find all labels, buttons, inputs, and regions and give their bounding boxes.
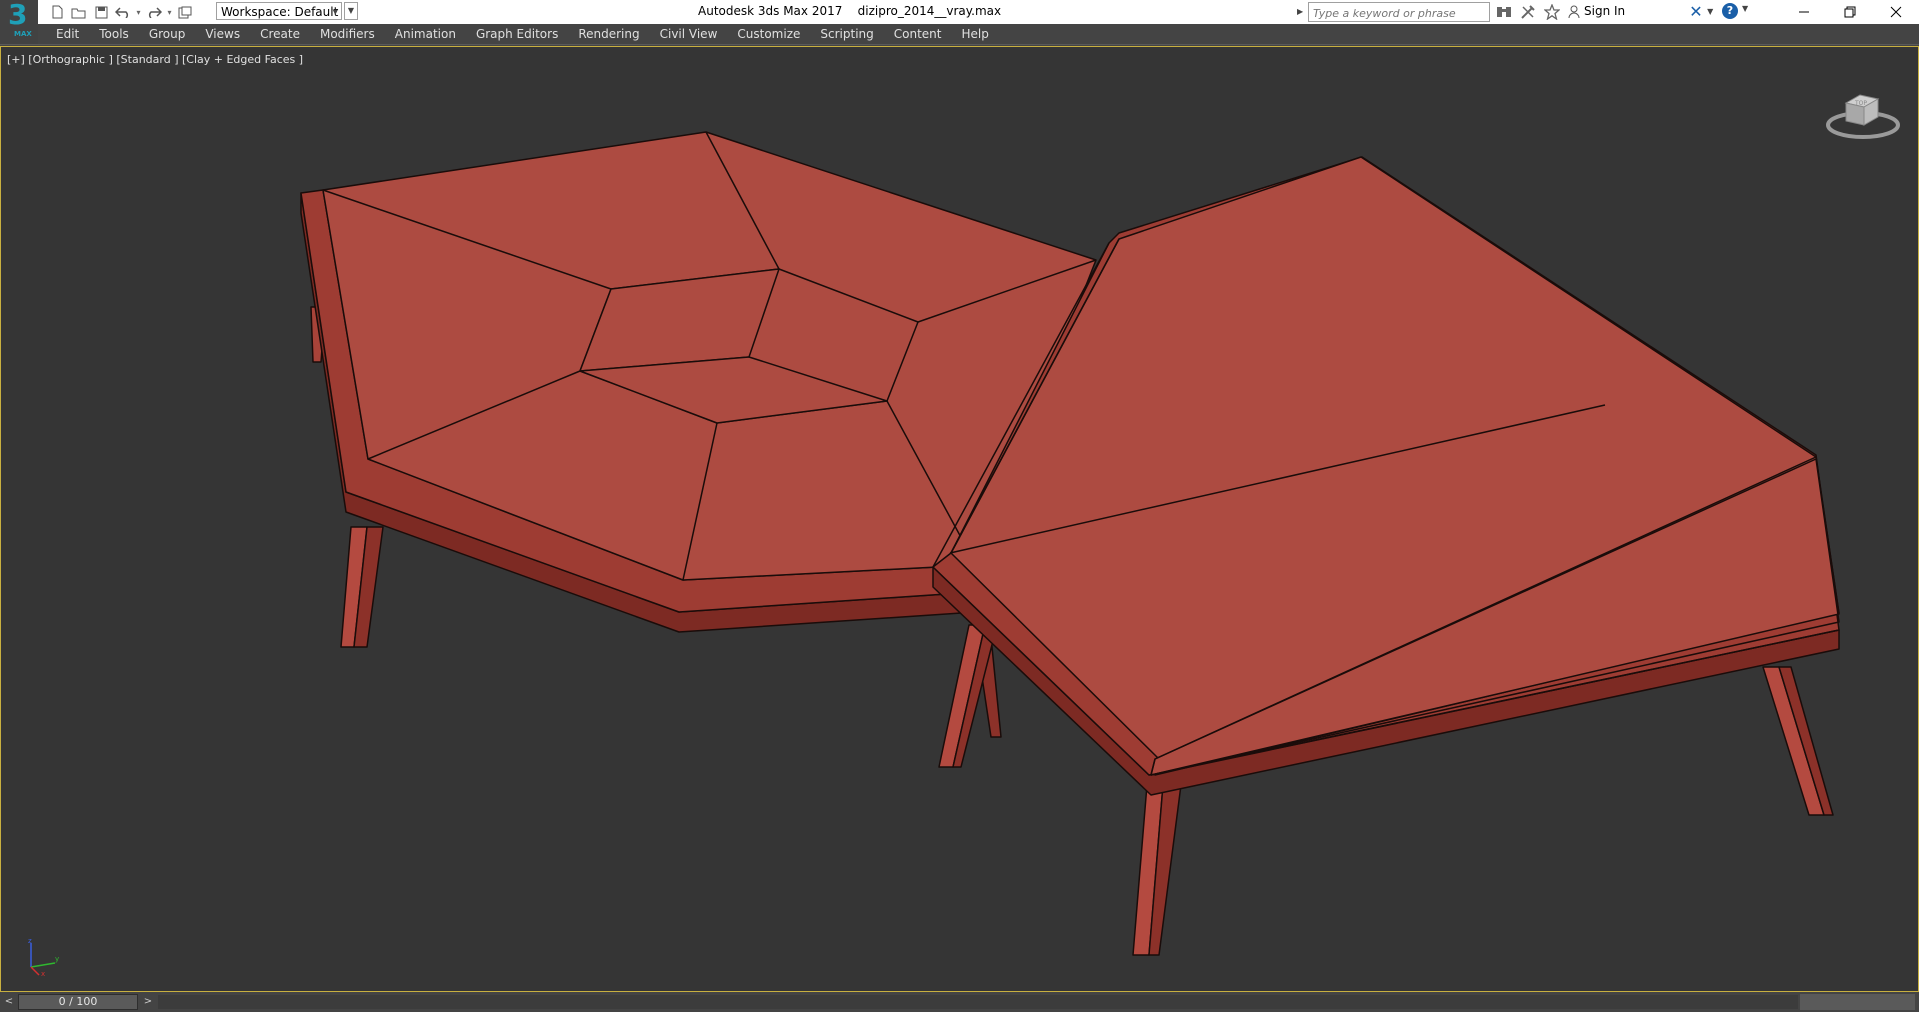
menu-graph-editors[interactable]: Graph Editors	[466, 24, 568, 44]
axis-tripod-icon: z y x	[28, 937, 59, 977]
menu-civil-view[interactable]: Civil View	[650, 24, 728, 44]
chevron-down-icon: ▼	[1707, 6, 1714, 16]
redo-dropdown-icon[interactable]: ▾	[165, 2, 174, 22]
chevron-down-icon: ▼	[332, 8, 338, 16]
app-logo-number: 3	[8, 0, 28, 31]
minimize-icon[interactable]	[1781, 0, 1827, 24]
menu-edit[interactable]: Edit	[46, 24, 89, 44]
menu-tools[interactable]: Tools	[89, 24, 139, 44]
autodesk-exchange-icon[interactable]: ✕	[1686, 2, 1706, 22]
app-logo-sub: MAX	[14, 30, 32, 38]
quick-access-toolbar: ▾ ▾	[46, 2, 196, 22]
open-file-icon[interactable]	[68, 2, 90, 22]
new-file-icon[interactable]	[46, 2, 68, 22]
window-title: Autodesk 3ds Max 2017 dizipro_2014__vray…	[698, 4, 1001, 18]
axis-z-label: z	[28, 937, 32, 945]
menu-customize[interactable]: Customize	[727, 24, 810, 44]
project-folder-icon[interactable]	[174, 2, 196, 22]
scene-canvas[interactable]	[1, 47, 1918, 991]
undo-icon[interactable]	[112, 2, 134, 22]
search-expand-icon[interactable]: ▶	[1297, 2, 1307, 22]
timeline-scroll[interactable]	[1800, 994, 1915, 1010]
workspace-selector[interactable]: Workspace: Default ▼	[216, 2, 342, 20]
time-slider[interactable]: 0 / 100	[18, 994, 138, 1010]
tools-icon[interactable]	[1518, 2, 1538, 22]
file-name: dizipro_2014__vray.max	[857, 4, 1002, 18]
user-icon	[1568, 5, 1580, 18]
menu-scripting[interactable]: Scripting	[810, 24, 883, 44]
menu-content[interactable]: Content	[884, 24, 952, 44]
prev-frame-button[interactable]: <	[2, 994, 16, 1010]
menu-bar: Edit Tools Group Views Create Modifiers …	[0, 24, 1919, 45]
menu-group[interactable]: Group	[139, 24, 196, 44]
menu-list: Edit Tools Group Views Create Modifiers …	[46, 24, 999, 44]
workspace-label: Workspace: Default	[221, 5, 339, 19]
menu-rendering[interactable]: Rendering	[568, 24, 649, 44]
undo-dropdown-icon[interactable]: ▾	[134, 2, 143, 22]
search-input[interactable]	[1311, 4, 1491, 22]
menu-modifiers[interactable]: Modifiers	[310, 24, 385, 44]
redo-icon[interactable]	[143, 2, 165, 22]
app-logo[interactable]: 3 MAX	[0, 0, 38, 44]
help-icon[interactable]: ?	[1722, 3, 1738, 19]
app-title: Autodesk 3ds Max 2017	[698, 4, 843, 18]
workspace-menu-icon[interactable]: ▼	[344, 2, 358, 20]
viewcube-icon[interactable]: TOP	[1824, 79, 1902, 141]
axis-y-label: y	[55, 955, 59, 963]
menu-create[interactable]: Create	[250, 24, 310, 44]
close-icon[interactable]	[1873, 0, 1919, 24]
menu-views[interactable]: Views	[195, 24, 250, 44]
infocenter-icons	[1494, 2, 1562, 22]
timeline-track[interactable]	[158, 995, 1798, 1009]
save-icon[interactable]	[90, 2, 112, 22]
help-label: ?	[1726, 4, 1734, 17]
search-box[interactable]	[1308, 2, 1491, 22]
frame-display: 0 / 100	[58, 995, 98, 1008]
menu-help[interactable]: Help	[952, 24, 999, 44]
perspective-viewport[interactable]: [+] [Orthographic ] [Standard ] [Clay + …	[0, 46, 1919, 992]
binoculars-icon[interactable]	[1494, 2, 1514, 22]
viewcube-label: TOP	[1854, 100, 1867, 107]
restore-icon[interactable]	[1827, 0, 1873, 24]
time-slider-bar: < 0 / 100 >	[0, 992, 1919, 1012]
next-frame-button[interactable]: >	[141, 994, 155, 1010]
sign-in-label: Sign In	[1584, 4, 1626, 18]
menu-animation[interactable]: Animation	[385, 24, 466, 44]
help-dropdown-icon[interactable]: ▼	[1742, 4, 1748, 13]
star-icon[interactable]	[1542, 2, 1562, 22]
axis-x-label: x	[41, 970, 45, 977]
title-bar: ▾ ▾ Workspace: Default ▼ ▼ Autodesk 3ds …	[0, 0, 1919, 24]
